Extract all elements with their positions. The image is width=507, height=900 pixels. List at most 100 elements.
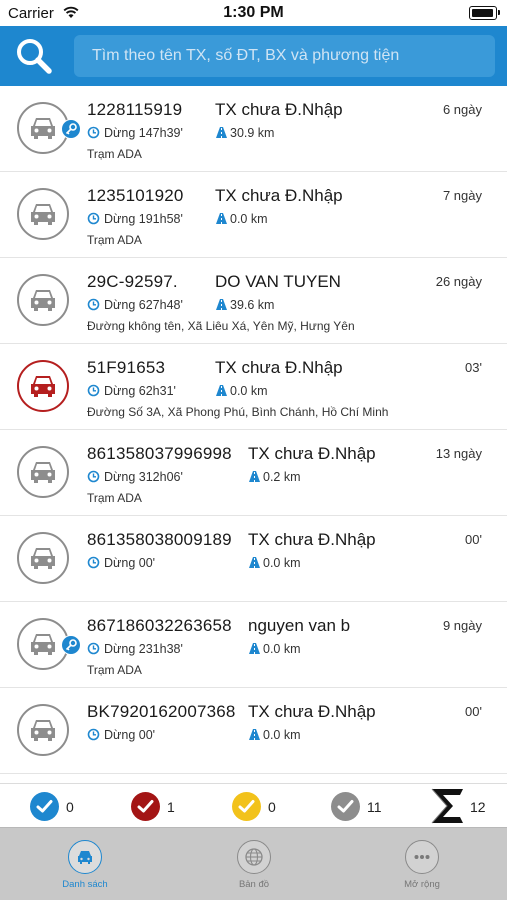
status-summary-bar: 0 1 0 11 12: [0, 783, 507, 827]
vehicle-avatar: [17, 188, 69, 240]
stop-duration: Dừng 147h39': [87, 126, 183, 140]
tab-bar: Danh sách Bản đồ Mở rộng: [0, 827, 507, 900]
vehicle-address: Trạm ADA: [87, 147, 142, 161]
filter-count: 0: [268, 799, 276, 815]
driver-name: TX chưa Đ.Nhập: [215, 358, 343, 377]
road-icon: [216, 127, 227, 138]
status-bar: Carrier 1:30 PM: [0, 0, 507, 26]
road-icon: [249, 557, 260, 568]
filter-count: 11: [367, 799, 382, 815]
last-update: 7 ngày: [442, 188, 482, 203]
road-icon: [249, 471, 260, 482]
search-header: [0, 26, 507, 86]
search-button[interactable]: [12, 34, 56, 78]
tab-label: Mở rộng: [404, 879, 440, 890]
key-icon: [65, 123, 77, 135]
tab-label: Danh sách: [62, 879, 108, 890]
car-icon: [31, 204, 55, 225]
car-icon: [31, 462, 55, 483]
vehicle-row[interactable]: 861358037996998 TX chưa Đ.Nhập 13 ngày D…: [0, 430, 507, 516]
last-update: 6 ngày: [442, 102, 482, 117]
driver-name: TX chưa Đ.Nhập: [248, 530, 376, 549]
tab-label: Bản đồ: [238, 879, 270, 890]
road-icon: [216, 213, 227, 224]
last-update: 26 ngày: [435, 274, 482, 289]
vehicle-row[interactable]: 51F91653 TX chưa Đ.Nhập 03' Dừng 62h31' …: [0, 344, 507, 430]
history-clock-icon: [87, 298, 100, 311]
tab-more[interactable]: Mở rộng: [362, 838, 482, 896]
stop-duration: Dừng 231h38': [87, 642, 183, 656]
globe-icon: [237, 840, 271, 874]
car-icon: [31, 376, 55, 397]
total-count: 12: [470, 799, 486, 815]
history-clock-icon: [87, 126, 100, 139]
vehicle-list[interactable]: 1228115919 TX chưa Đ.Nhập 6 ngày Dừng 14…: [0, 86, 507, 783]
key-badge: [61, 119, 81, 139]
last-update: 00': [465, 532, 482, 547]
last-update: 13 ngày: [435, 446, 482, 461]
vehicle-row[interactable]: 1235101920 TX chưa Đ.Nhập 7 ngày Dừng 19…: [0, 172, 507, 258]
vehicle-address: Đường Số 3A, Xã Phong Phú, Bình Chánh, H…: [87, 405, 389, 419]
distance: 39.6 km: [215, 298, 274, 312]
last-update: 03': [465, 360, 482, 375]
last-update: 9 ngày: [442, 618, 482, 633]
check-circle-icon: [30, 792, 59, 821]
vehicle-plate: 1228115919: [87, 100, 183, 119]
check-circle-icon: [331, 792, 360, 821]
distance: 0.2 km: [248, 470, 301, 484]
battery-icon: [469, 6, 500, 20]
vehicle-avatar: [17, 446, 69, 498]
stop-duration: Dừng 62h31': [87, 384, 176, 398]
vehicle-avatar: [17, 704, 69, 756]
history-clock-icon: [87, 212, 100, 225]
distance: 0.0 km: [248, 642, 301, 656]
history-clock-icon: [87, 556, 100, 569]
vehicle-row[interactable]: 867186032263658 nguyen van b 9 ngày Dừng…: [0, 602, 507, 688]
distance: 0.0 km: [215, 384, 268, 398]
vehicle-address: Trạm ADA: [87, 663, 142, 677]
filter-count: 1: [167, 799, 175, 815]
search-icon: [17, 39, 52, 74]
vehicle-avatar: [17, 274, 69, 326]
stop-duration: Dừng 627h48': [87, 298, 183, 312]
driver-name: TX chưa Đ.Nhập: [215, 186, 343, 205]
vehicle-row[interactable]: 29C-92597. DO VAN TUYEN 26 ngày Dừng 627…: [0, 258, 507, 344]
vehicle-plate: 867186032263658: [87, 616, 232, 635]
vehicle-plate: 51F91653: [87, 358, 166, 377]
vehicle-plate: 29C-92597.: [87, 272, 178, 291]
vehicle-row[interactable]: 1228115919 TX chưa Đ.Nhập 6 ngày Dừng 14…: [0, 86, 507, 172]
vehicle-plate: 861358038009189: [87, 530, 232, 549]
tab-list[interactable]: Danh sách: [25, 838, 145, 896]
filter-count: 0: [66, 799, 74, 815]
distance: 0.0 km: [248, 728, 301, 742]
driver-name: TX chưa Đ.Nhập: [248, 702, 376, 721]
driver-name: DO VAN TUYEN: [215, 272, 341, 291]
sigma-total-icon[interactable]: [427, 786, 467, 826]
more-icon: [405, 840, 439, 874]
vehicle-avatar: [17, 360, 69, 412]
car-icon: [31, 548, 55, 569]
vehicle-address: Trạm ADA: [87, 491, 142, 505]
distance: 0.0 km: [215, 212, 268, 226]
check-circle-icon: [232, 792, 261, 821]
distance: 30.9 km: [215, 126, 274, 140]
status-time: 1:30 PM: [223, 4, 284, 21]
vehicle-plate: 861358037996998: [87, 444, 232, 463]
driver-name: TX chưa Đ.Nhập: [248, 444, 376, 463]
tab-map[interactable]: Bản đồ: [194, 838, 314, 896]
vehicle-plate: 1235101920: [87, 186, 184, 205]
car-icon: [31, 118, 55, 139]
vehicle-address: Trạm ADA: [87, 233, 142, 247]
stop-duration: Dừng 00': [87, 556, 155, 570]
search-box: [74, 35, 495, 77]
history-clock-icon: [87, 728, 100, 741]
car-icon: [68, 840, 102, 874]
history-clock-icon: [87, 642, 100, 655]
check-circle-icon: [131, 792, 160, 821]
vehicle-row[interactable]: BK7920162007368 TX chưa Đ.Nhập 00' Dừng …: [0, 688, 507, 774]
car-icon: [31, 720, 55, 741]
search-input[interactable]: [74, 35, 495, 77]
road-icon: [249, 729, 260, 740]
driver-name: TX chưa Đ.Nhập: [215, 100, 343, 119]
vehicle-row[interactable]: 861358038009189 TX chưa Đ.Nhập 00' Dừng …: [0, 516, 507, 602]
